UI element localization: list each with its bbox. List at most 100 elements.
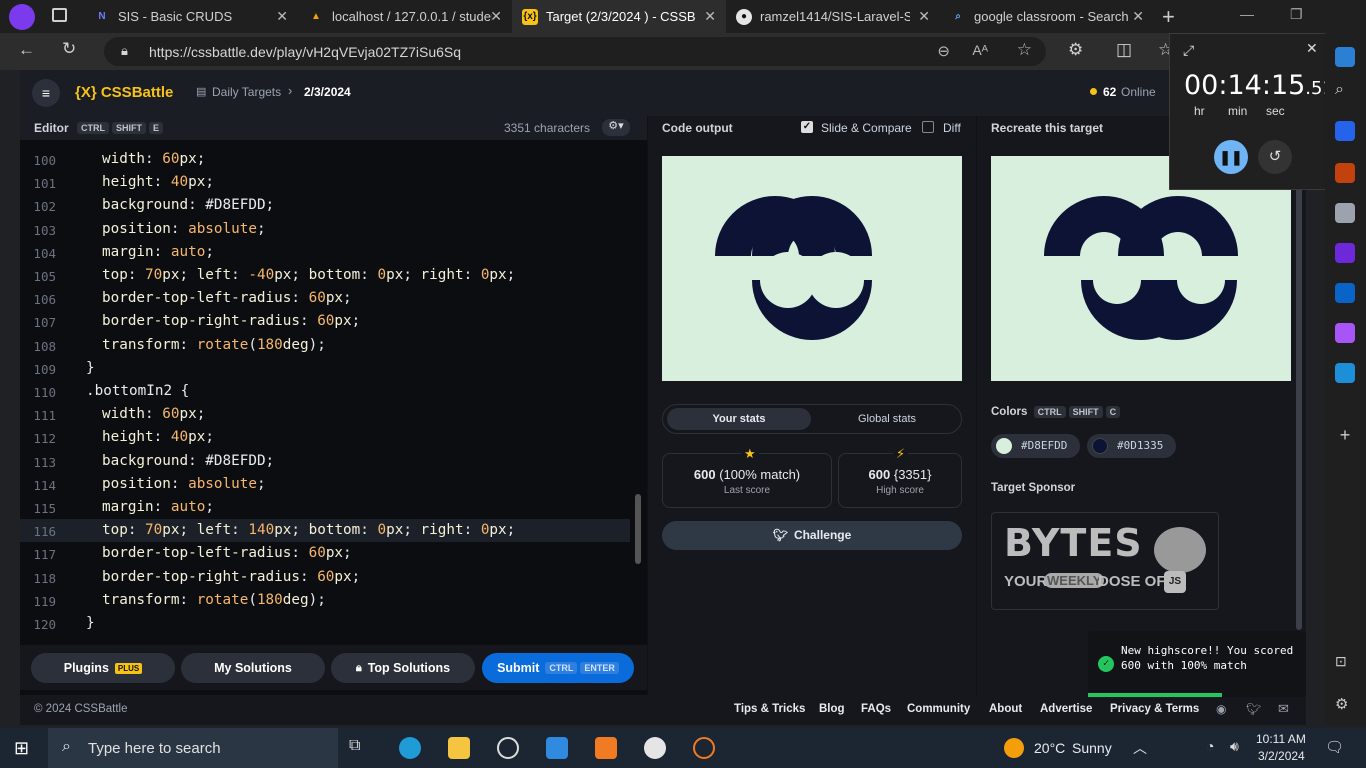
close-icon[interactable]: ✕	[704, 8, 716, 25]
code-line[interactable]: transform: rotate(180deg);	[102, 592, 326, 608]
browser-tab[interactable]: ▲ localhost / 127.0.0.1 / studer ✕	[298, 0, 512, 33]
minimize-icon[interactable]: —	[1240, 6, 1254, 22]
menu-button[interactable]: ≡	[32, 79, 60, 107]
code-line[interactable]: .bottomIn2 {	[86, 383, 189, 399]
add-icon[interactable]: +	[1335, 425, 1355, 445]
reset-button[interactable]: ↺	[1258, 140, 1292, 174]
color-chip[interactable]: #0D1335	[1087, 434, 1176, 458]
code-line[interactable]: background: #D8EFDD;	[102, 197, 274, 213]
volume-icon[interactable]: 🔊︎	[1230, 738, 1239, 755]
code-line[interactable]: border-top-right-radius: 60px;	[102, 569, 360, 585]
slide-compare-checkbox[interactable]: ✓	[801, 121, 813, 133]
screenshot-icon[interactable]: ⊡	[1335, 653, 1355, 673]
footer-link[interactable]: FAQs	[861, 703, 891, 715]
taskbar-search[interactable]: ⌕ Type here to search	[48, 728, 338, 768]
browser-tab[interactable]: ⌕ google classroom - Search ✕	[940, 0, 1154, 33]
expand-icon[interactable]: ⤢	[1183, 42, 1194, 59]
read-aloud-icon[interactable]: Aᴬ	[972, 42, 988, 58]
discord-icon[interactable]: ◉	[1216, 702, 1226, 716]
browser-tab-active[interactable]: {x} Target (2/3/2024 ) - CSSBattle ✕	[512, 0, 726, 33]
designer-icon[interactable]	[1335, 323, 1355, 343]
editor-scrollbar[interactable]	[633, 150, 643, 630]
sponsor-card[interactable]: BYTES YOUR WEEKLY DOSE OF JS	[991, 512, 1219, 610]
back-icon[interactable]: ←	[18, 40, 35, 60]
code-line[interactable]: width: 60px;	[102, 151, 205, 167]
mail-icon[interactable]: ✉	[1278, 701, 1289, 717]
notification-icon[interactable]: 🗨︎	[1325, 738, 1344, 756]
m365-icon[interactable]	[1335, 243, 1355, 263]
plugins-button[interactable]: Plugins PLUS	[31, 653, 175, 683]
xampp-icon[interactable]	[595, 737, 617, 759]
color-chip[interactable]: #D8EFDD	[991, 434, 1080, 458]
zoom-icon[interactable]: ⊖	[937, 42, 950, 60]
pause-button[interactable]: ❚❚	[1214, 140, 1248, 174]
footer-link[interactable]: Community	[907, 703, 970, 715]
profile-avatar[interactable]	[9, 4, 35, 30]
logo[interactable]: {X} CSSBattle	[75, 84, 173, 101]
footer-link[interactable]: Blog	[819, 703, 845, 715]
media-player-icon[interactable]	[693, 737, 715, 759]
clock-date[interactable]: 3/2/2024	[1258, 749, 1305, 763]
outlook-icon[interactable]	[1335, 283, 1355, 303]
footer-link[interactable]: Advertise	[1040, 703, 1092, 715]
app-icon[interactable]	[644, 737, 666, 759]
diff-label[interactable]: Diff	[943, 121, 961, 135]
file-explorer-icon[interactable]	[448, 737, 470, 759]
code-line[interactable]: border-top-right-radius: 60px;	[102, 313, 360, 329]
chatgpt-icon[interactable]	[497, 737, 519, 759]
tools-icon[interactable]	[1335, 163, 1355, 183]
footer-link[interactable]: About	[989, 703, 1022, 715]
slide-compare-label[interactable]: Slide & Compare	[821, 121, 912, 135]
code-line[interactable]: border-top-left-radius: 60px;	[102, 545, 352, 561]
code-line[interactable]: top: 70px; left: -40px; bottom: 0px; rig…	[102, 267, 515, 283]
code-line[interactable]: position: absolute;	[102, 476, 266, 492]
twitter-icon[interactable]: 🐦︎	[1246, 702, 1261, 716]
tab-actions-icon[interactable]	[52, 8, 67, 22]
editor-settings-icon[interactable]: ⚙▾	[602, 119, 630, 136]
extensions-icon[interactable]: ⚙	[1068, 40, 1083, 60]
copilot-icon[interactable]	[1335, 47, 1355, 67]
edge-icon[interactable]	[399, 737, 421, 759]
task-view-icon[interactable]: ⧉	[349, 737, 371, 759]
close-icon[interactable]: ✕	[918, 8, 930, 25]
split-screen-icon[interactable]: ◫	[1116, 40, 1132, 60]
address-bar[interactable]: 🔒︎ https://cssbattle.dev/play/vH2qVEvja0…	[104, 37, 1046, 66]
code-line[interactable]: margin: auto;	[102, 499, 214, 515]
code-line[interactable]: width: 60px;	[102, 406, 205, 422]
vscode-icon[interactable]	[546, 737, 568, 759]
my-solutions-button[interactable]: My Solutions	[181, 653, 325, 683]
code-line[interactable]: height: 40px;	[102, 174, 214, 190]
drop-icon[interactable]	[1335, 363, 1355, 383]
code-line[interactable]: transform: rotate(180deg);	[102, 337, 326, 353]
windows-start-icon[interactable]: ⊞	[14, 738, 29, 759]
favorite-star-icon[interactable]: ☆	[1017, 40, 1032, 60]
settings-icon[interactable]: ⚙	[1335, 695, 1355, 715]
close-icon[interactable]: ✕	[490, 8, 502, 25]
tab-your-stats[interactable]: Your stats	[667, 408, 811, 430]
browser-tab[interactable]: N SIS - Basic CRUDS ✕	[84, 0, 298, 33]
tab-global-stats[interactable]: Global stats	[815, 408, 959, 430]
browser-tab[interactable]: ● ramzel1414/SIS-Laravel-Syst ✕	[726, 0, 940, 33]
code-line[interactable]: background: #D8EFDD;	[102, 453, 274, 469]
footer-link[interactable]: Tips & Tricks	[734, 703, 805, 715]
code-line[interactable]: height: 40px;	[102, 429, 214, 445]
restore-icon[interactable]: ❐	[1290, 6, 1303, 23]
top-solutions-button[interactable]: 🔒︎ Top Solutions	[331, 653, 475, 683]
tray-chevron-icon[interactable]: ︿	[1133, 738, 1147, 758]
code-editor[interactable]: 100 width: 60px; 101 height: 40px; 102 backgr…	[20, 140, 647, 710]
footer-link[interactable]: Privacy & Terms	[1110, 703, 1199, 715]
wifi-icon[interactable]: ◔	[1206, 738, 1214, 754]
scrollbar[interactable]	[1296, 172, 1302, 630]
clock-time[interactable]: 10:11 AM	[1256, 732, 1306, 746]
output-canvas[interactable]	[662, 156, 962, 381]
submit-button[interactable]: Submit CTRL ENTER	[482, 653, 634, 683]
new-tab-button[interactable]: +	[1162, 4, 1175, 30]
challenge-button[interactable]: 🐦︎ Challenge	[662, 521, 962, 550]
close-icon[interactable]: ✕	[1306, 40, 1318, 57]
refresh-icon[interactable]: ↻	[62, 39, 76, 59]
close-icon[interactable]: ✕	[276, 8, 288, 25]
scrollbar-thumb[interactable]	[635, 494, 641, 564]
close-icon[interactable]: ✕	[1132, 8, 1144, 25]
search-icon[interactable]: ⌕	[1335, 81, 1355, 101]
code-line[interactable]: top: 70px; left: 140px; bottom: 0px; rig…	[102, 522, 515, 538]
